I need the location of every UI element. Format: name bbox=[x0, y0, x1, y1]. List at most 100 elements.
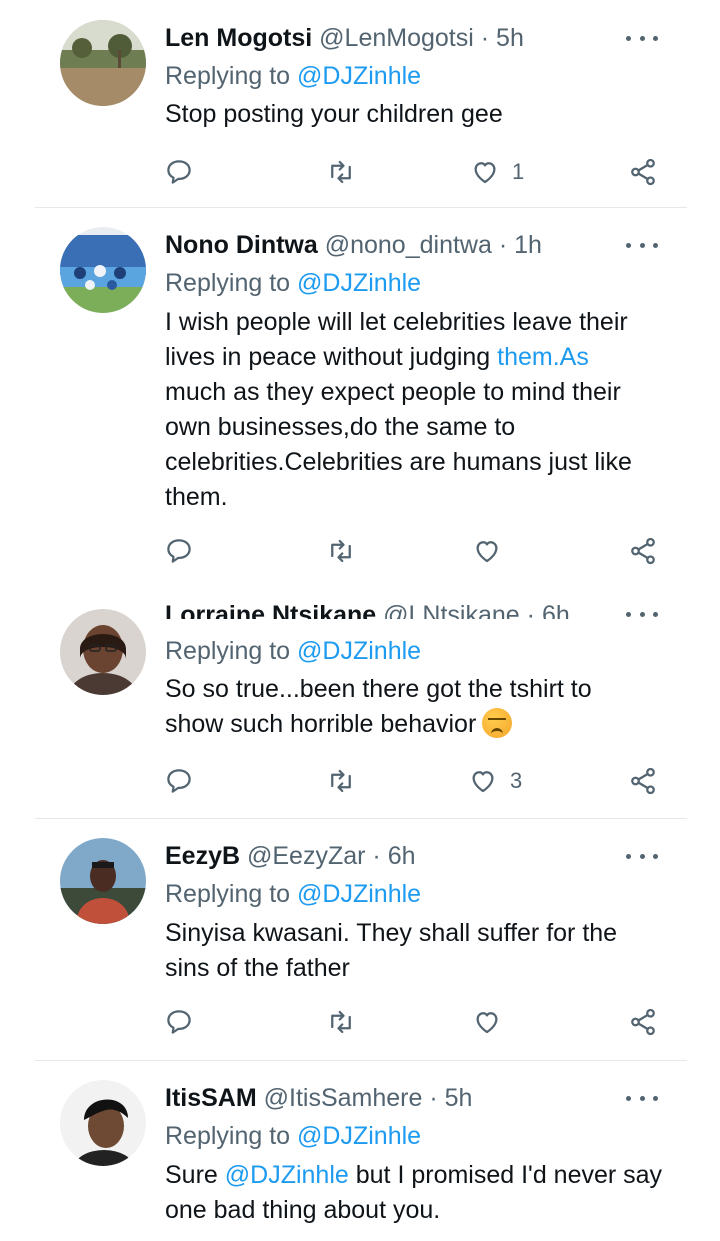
replying-label: Replying to bbox=[165, 880, 291, 908]
separator: · bbox=[526, 601, 535, 619]
like-button[interactable] bbox=[472, 1002, 502, 1042]
author-name[interactable]: EezyB bbox=[165, 842, 240, 870]
replying-to: Replying to @DJZinhle bbox=[165, 633, 421, 669]
divider bbox=[35, 1060, 687, 1061]
text-segment: lives in peace without judging bbox=[165, 343, 498, 371]
text-line: one bad thing about you. bbox=[165, 1196, 441, 1224]
avatar[interactable] bbox=[60, 1080, 146, 1166]
more-icon[interactable] bbox=[626, 34, 658, 42]
avatar[interactable] bbox=[60, 20, 146, 106]
tweet-text: So so true...been there got the tshirt t… bbox=[165, 672, 685, 742]
reply-icon bbox=[167, 1010, 191, 1034]
more-icon[interactable] bbox=[626, 610, 658, 618]
replying-mention[interactable]: @DJZinhle bbox=[297, 880, 421, 908]
replying-to: Replying to @DJZinhle bbox=[165, 58, 421, 94]
replying-mention[interactable]: @DJZinhle bbox=[297, 62, 421, 90]
tweet-actions: 3 bbox=[0, 761, 720, 801]
timestamp[interactable]: 6h bbox=[542, 601, 570, 619]
replying-to: Replying to @DJZinhle bbox=[165, 876, 421, 912]
text-segment: Sure bbox=[165, 1161, 225, 1189]
share-button[interactable] bbox=[628, 531, 658, 571]
like-button[interactable] bbox=[472, 531, 502, 571]
text-line: sins of the father bbox=[165, 954, 350, 982]
author-handle[interactable]: @LenMogotsi bbox=[319, 24, 474, 52]
replying-mention[interactable]: @DJZinhle bbox=[297, 1122, 421, 1150]
timestamp[interactable]: 5h bbox=[496, 24, 524, 52]
retweet-button[interactable] bbox=[326, 531, 356, 571]
reply-icon bbox=[167, 160, 191, 184]
inline-link[interactable]: them.As bbox=[497, 343, 589, 371]
share-button[interactable] bbox=[628, 152, 658, 192]
like-button[interactable]: 3 bbox=[468, 761, 522, 801]
retweet-icon bbox=[331, 1010, 351, 1034]
timestamp[interactable]: 5h bbox=[445, 1084, 473, 1112]
avatar[interactable] bbox=[60, 838, 146, 924]
replying-label: Replying to bbox=[165, 62, 291, 90]
author-name[interactable]: Nono Dintwa bbox=[165, 231, 318, 259]
author-handle[interactable]: @LNtsikane bbox=[383, 601, 520, 619]
more-icon[interactable] bbox=[626, 241, 658, 249]
text-line: Sure @DJZinhle but I promised I'd never … bbox=[165, 1158, 685, 1193]
text-line: celebrities.Celebrities are humans just … bbox=[165, 448, 632, 476]
share-icon bbox=[631, 1008, 655, 1036]
reply-button[interactable] bbox=[164, 531, 194, 571]
retweet-button[interactable] bbox=[326, 1002, 356, 1042]
retweet-icon bbox=[331, 160, 351, 184]
tweet-actions bbox=[0, 1002, 720, 1042]
reply-button[interactable] bbox=[164, 152, 194, 192]
replying-to: Replying to @DJZinhle bbox=[165, 265, 421, 301]
share-button[interactable] bbox=[628, 761, 658, 801]
tweet-header: Lorraine Ntsikane @LNtsikane · 6h bbox=[165, 597, 570, 619]
tweet-text: Sure @DJZinhle but I promised I'd never … bbox=[165, 1158, 685, 1228]
retweet-button[interactable] bbox=[326, 152, 356, 192]
retweet-button[interactable] bbox=[326, 761, 356, 801]
separator: · bbox=[372, 842, 381, 870]
divider bbox=[35, 207, 687, 208]
tweet-header: Len Mogotsi @LenMogotsi · 5h bbox=[165, 20, 524, 56]
author-name[interactable]: Len Mogotsi bbox=[165, 24, 312, 52]
text-line: own businesses,do the same to bbox=[165, 413, 516, 441]
like-count: 3 bbox=[510, 768, 523, 793]
avatar[interactable] bbox=[60, 609, 146, 695]
avatar[interactable] bbox=[60, 227, 146, 313]
timestamp[interactable]: 1h bbox=[514, 231, 542, 259]
author-handle[interactable]: @nono_dintwa bbox=[325, 231, 492, 259]
share-button[interactable] bbox=[628, 1002, 658, 1042]
tweet-header: ItisSAM @ItisSamhere · 5h bbox=[165, 1080, 472, 1116]
like-icon bbox=[474, 162, 496, 184]
replying-mention[interactable]: @DJZinhle bbox=[297, 637, 421, 665]
angry-face-emoji bbox=[482, 708, 513, 738]
text-segment: show such horrible behavior bbox=[165, 710, 477, 738]
replying-to: Replying to @DJZinhle bbox=[165, 1118, 421, 1154]
replying-label: Replying to bbox=[165, 269, 291, 297]
text-line: Sinyisa kwasani. They shall suffer for t… bbox=[165, 919, 618, 947]
tweet-header: EezyB @EezyZar · 6h bbox=[165, 838, 416, 874]
more-icon[interactable] bbox=[626, 1094, 658, 1102]
author-name[interactable]: ItisSAM bbox=[165, 1084, 257, 1112]
timestamp[interactable]: 6h bbox=[388, 842, 416, 870]
text-segment: but I promised I'd never say bbox=[348, 1161, 663, 1189]
share-icon bbox=[631, 158, 655, 186]
text-line: lives in peace without judging them.As bbox=[165, 340, 685, 375]
inline-mention[interactable]: @DJZinhle bbox=[225, 1161, 349, 1189]
author-handle[interactable]: @EezyZar bbox=[247, 842, 365, 870]
reply-icon bbox=[167, 539, 191, 563]
replying-label: Replying to bbox=[165, 637, 291, 665]
divider bbox=[35, 818, 687, 819]
like-button[interactable]: 1 bbox=[470, 152, 524, 192]
retweet-icon bbox=[331, 769, 351, 793]
replying-label: Replying to bbox=[165, 1122, 291, 1150]
share-icon bbox=[631, 767, 655, 795]
author-name[interactable]: Lorraine Ntsikane bbox=[165, 601, 376, 619]
replying-mention[interactable]: @DJZinhle bbox=[297, 269, 421, 297]
reply-icon bbox=[167, 769, 191, 793]
tweet-actions bbox=[0, 531, 720, 571]
separator: · bbox=[480, 24, 490, 52]
separator: · bbox=[498, 231, 508, 259]
text-line: I wish people will let celebrities leave… bbox=[165, 308, 628, 336]
reply-button[interactable] bbox=[164, 761, 194, 801]
more-icon[interactable] bbox=[626, 852, 658, 860]
like-icon bbox=[476, 541, 498, 563]
reply-button[interactable] bbox=[164, 1002, 194, 1042]
author-handle[interactable]: @ItisSamhere bbox=[264, 1084, 423, 1112]
